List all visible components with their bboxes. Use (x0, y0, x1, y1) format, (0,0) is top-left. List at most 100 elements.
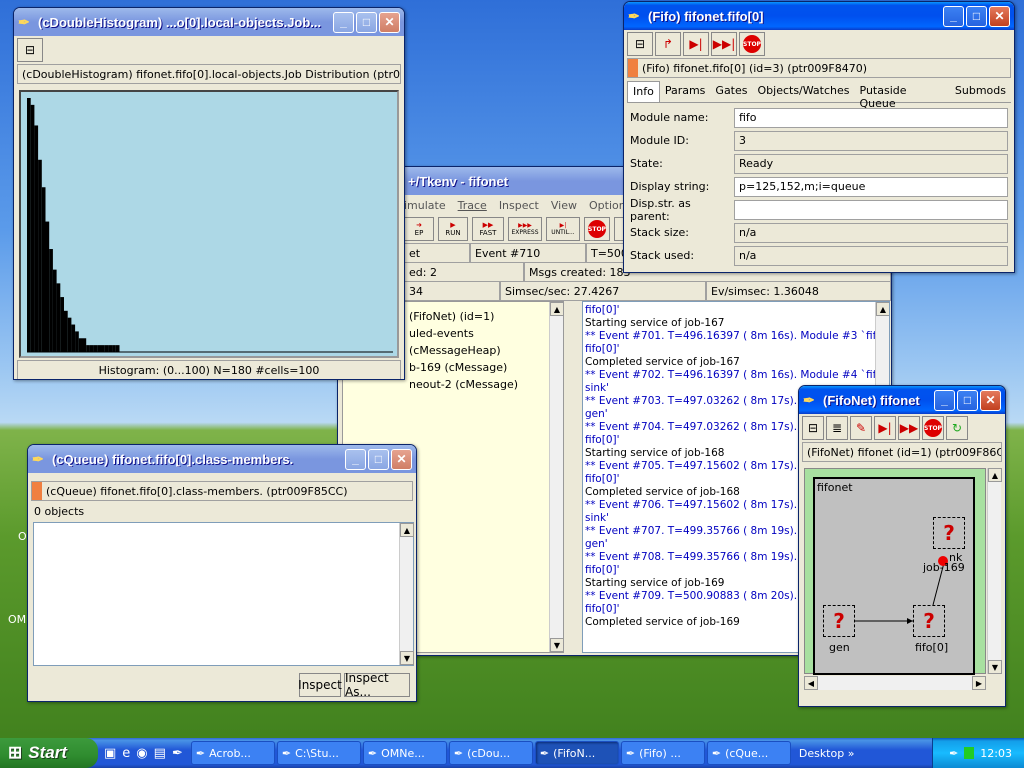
clock: 12:03 (980, 746, 1012, 760)
scroll-down-icon[interactable]: ▼ (988, 660, 1002, 674)
maximize-button[interactable]: □ (368, 448, 389, 470)
maximize-button[interactable]: □ (356, 11, 377, 33)
network-hscroll[interactable]: ◀ ▶ (804, 676, 986, 690)
step-button[interactable]: ▶| (874, 416, 896, 440)
minimize-button[interactable]: _ (345, 448, 366, 470)
scroll-left-icon[interactable]: ◀ (804, 676, 818, 690)
fifo-titlebar[interactable]: ✒ (Fifo) fifonet.fifo[0] _ □ ✕ (624, 2, 1014, 30)
tray-feather-icon[interactable]: ✒ (949, 747, 958, 760)
tree-item[interactable]: neout-2 (cMessage) (409, 376, 563, 393)
close-button[interactable]: ✕ (379, 11, 400, 33)
taskbar-item[interactable]: ✒ (cQue... (706, 741, 791, 765)
queue-list[interactable]: ▲ ▼ (33, 522, 414, 666)
taskbar-item[interactable]: ✒ Acrob... (190, 741, 275, 765)
ie-icon[interactable]: e (122, 746, 130, 761)
tree-item[interactable]: (FifoNet) (id=1) (409, 308, 563, 325)
network-module-box: fifonet ? gen ? fifo[0] ? nk job-169 (813, 477, 975, 675)
network-titlebar[interactable]: ✒ (FifoNet) fifonet _ □ ✕ (799, 386, 1005, 414)
step-button[interactable]: ➜ EP (404, 217, 434, 241)
tab-gates[interactable]: Gates (710, 81, 752, 102)
relayout-button[interactable]: ✎ (850, 416, 872, 440)
close-button[interactable]: ✕ (391, 448, 412, 470)
histogram-titlebar[interactable]: ✒ (cDoubleHistogram) ...o[0].local-objec… (14, 8, 404, 36)
close-button[interactable]: ✕ (980, 389, 1001, 411)
refresh-button[interactable]: ↻ (946, 416, 968, 440)
tree-item[interactable]: b-169 (cMessage) (409, 359, 563, 376)
histogram-canvas[interactable] (19, 90, 399, 358)
menu-trace[interactable]: Trace (458, 199, 487, 212)
window-icon: ⊟ (24, 43, 36, 57)
scroll-up-icon[interactable]: ▲ (988, 468, 1002, 482)
histogram-chart (21, 92, 397, 356)
stop-button[interactable]: STOP (584, 217, 610, 241)
run-button[interactable]: ▶ RUN (438, 217, 468, 241)
relayout-icon: ✎ (855, 421, 867, 435)
scroll-up-icon[interactable]: ▲ (550, 302, 564, 316)
fast-button[interactable]: ▶▶ FAST (472, 217, 504, 241)
maximize-button[interactable]: □ (957, 389, 978, 411)
stop-button[interactable]: STOP (922, 416, 944, 440)
tab-info[interactable]: Info (627, 81, 660, 102)
tray-status-icon[interactable] (964, 747, 975, 759)
network-vscroll[interactable]: ▲ ▼ (987, 468, 1002, 674)
scroll-down-icon[interactable]: ▼ (550, 638, 564, 652)
step-button[interactable]: ▶| (683, 32, 709, 56)
menu-inspect[interactable]: Inspect (499, 199, 539, 212)
stop-button[interactable]: STOP (739, 32, 765, 56)
maximize-button[interactable]: □ (966, 5, 987, 27)
field-row: Module ID: 3 (630, 129, 1008, 152)
minimize-button[interactable]: _ (934, 389, 955, 411)
scroll-up-icon[interactable]: ▲ (400, 523, 414, 537)
express-button[interactable]: ▶▶▶ EXPRESS (508, 217, 542, 241)
taskbar-item[interactable]: ✒ (Fifo) ... (620, 741, 705, 765)
as-object-button[interactable]: ≣ (826, 416, 848, 440)
menu-view[interactable]: View (551, 199, 577, 212)
inspect-parent-button[interactable]: ⊟ (17, 38, 43, 62)
start-button[interactable]: ⊞ Start (0, 738, 98, 768)
tab-putaside-queue[interactable]: Putaside Queue (855, 81, 950, 110)
save-icon[interactable]: ▤ (154, 746, 166, 761)
desktop-label: O (18, 530, 27, 543)
taskbar-item[interactable]: ✒ (cDou... (448, 741, 533, 765)
media-icon[interactable]: ◉ (136, 746, 147, 761)
feather-icon[interactable]: ✒ (172, 746, 183, 761)
taskbar-item-label: (cDou... (467, 746, 511, 760)
inspect-button[interactable]: Inspect (298, 673, 342, 697)
until-button[interactable]: ▶| UNTIL... (546, 217, 580, 241)
scroll-up-icon[interactable]: ▲ (876, 302, 889, 316)
taskbar: ⊞ Start ▣ e ◉ ▤ ✒ ✒ Acrob... ✒ C:\Stu... ✒ OMN… (0, 738, 1024, 768)
inspect-parent-button[interactable]: ⊟ (627, 32, 653, 56)
tree-scrollbar[interactable]: ▲ ▼ (549, 302, 564, 652)
minimize-button[interactable]: _ (333, 11, 354, 33)
fifo-objline: (Fifo) fifonet.fifo[0] (id=3) (ptr009F84… (627, 58, 1011, 78)
taskbar-item[interactable]: ✒ C:\Stu... (276, 741, 361, 765)
go-up-button[interactable]: ↱ (655, 32, 681, 56)
gen-module-icon[interactable]: ? (823, 605, 855, 637)
queue-titlebar[interactable]: ✒ (cQueue) fifonet.fifo[0].class-members… (28, 445, 416, 473)
tab-submods[interactable]: Submods (950, 81, 1011, 102)
queue-scrollbar[interactable]: ▲ ▼ (399, 523, 414, 665)
scroll-right-icon[interactable]: ▶ (972, 676, 986, 690)
menu-simulate[interactable]: imulate (404, 199, 446, 212)
explorer-icon[interactable]: ▣ (104, 746, 116, 761)
field-value[interactable]: fifo (734, 107, 1008, 128)
network-canvas[interactable]: fifonet ? gen ? fifo[0] ? nk job-169 (804, 468, 986, 675)
desktop-toolbar[interactable]: Desktop » (799, 747, 855, 760)
field-value[interactable] (734, 199, 1008, 220)
tab-objects-watches[interactable]: Objects/Watches (753, 81, 855, 102)
fifo-fields: Module name: fifo Module ID: 3 State: Ready Di… (624, 103, 1014, 270)
taskbar-item[interactable]: ✒ (FifoN... (534, 741, 619, 765)
fifo-module-icon[interactable]: ? (913, 605, 945, 637)
sink-module-icon[interactable]: ? (933, 517, 965, 549)
close-button[interactable]: ✕ (989, 5, 1010, 27)
fast-button[interactable]: ▶▶ (898, 416, 920, 440)
tab-params[interactable]: Params (660, 81, 711, 102)
tree-item[interactable]: uled-events (cMessageHeap) (409, 325, 563, 359)
field-value[interactable]: p=125,152,m;i=queue (734, 176, 1008, 197)
inspect-parent-button[interactable]: ⊟ (802, 416, 824, 440)
inspect-as-button[interactable]: Inspect As... (344, 671, 410, 699)
scroll-down-icon[interactable]: ▼ (400, 651, 414, 665)
minimize-button[interactable]: _ (943, 5, 964, 27)
taskbar-item[interactable]: ✒ OMNe... (362, 741, 447, 765)
fast-button[interactable]: ▶▶| (711, 32, 737, 56)
